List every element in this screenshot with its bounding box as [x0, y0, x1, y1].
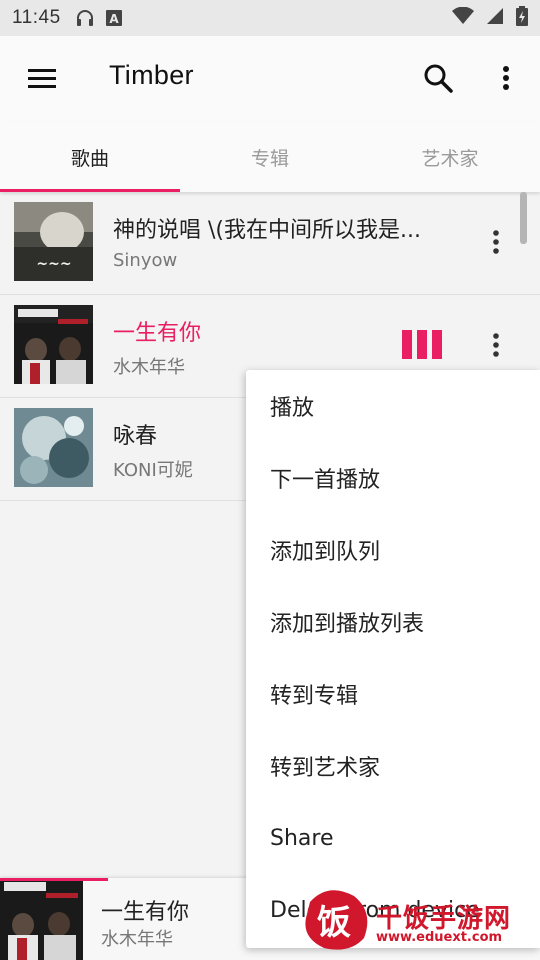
album-art: ~~~ [14, 202, 93, 281]
signal-icon [486, 7, 504, 30]
svg-text:饭: 饭 [317, 903, 351, 943]
mini-player-artist: 水木年华 [101, 929, 173, 950]
menu-item-go-to-album[interactable]: 转到专辑 [246, 658, 540, 730]
app-title: Timber [109, 60, 194, 90]
search-icon[interactable] [422, 62, 454, 94]
headphones-icon [75, 8, 95, 28]
song-artist: KONI可妮 [113, 460, 193, 481]
a-notification-icon: A [105, 9, 123, 27]
menu-item-add-to-playlist[interactable]: 添加到播放列表 [246, 586, 540, 658]
menu-item-add-to-queue[interactable]: 添加到队列 [246, 514, 540, 586]
more-vert-icon[interactable] [496, 62, 516, 94]
now-playing-equalizer-icon [402, 327, 444, 359]
tab-albums[interactable]: 专辑 [180, 122, 360, 192]
wifi-icon [452, 6, 474, 30]
svg-text:A: A [109, 12, 119, 26]
song-title: 神的说唱 \(我在中间所以我是... [113, 218, 421, 243]
status-time: 11:45 [12, 7, 61, 28]
tab-indicator [0, 189, 180, 192]
menu-icon[interactable] [26, 65, 58, 93]
more-vert-icon[interactable] [486, 329, 506, 361]
menu-item-play-next[interactable]: 下一首播放 [246, 442, 540, 514]
menu-item-play[interactable]: 播放 [246, 370, 540, 442]
album-art [14, 305, 93, 384]
tab-songs[interactable]: 歌曲 [0, 122, 180, 192]
tab-bar: 歌曲 专辑 艺术家 [0, 122, 540, 192]
tab-artists[interactable]: 艺术家 [360, 122, 540, 192]
status-bar: 11:45 A [0, 0, 540, 36]
mini-player-progress [0, 878, 108, 881]
mini-player-title: 一生有你 [101, 900, 190, 925]
list-scrollbar[interactable] [520, 192, 527, 244]
menu-item-go-to-artist[interactable]: 转到艺术家 [246, 730, 540, 802]
watermark-url: www.eduext.com [376, 930, 503, 945]
mini-player-album-art [0, 878, 83, 960]
song-context-menu: 播放 下一首播放 添加到队列 添加到播放列表 转到专辑 转到艺术家 Share … [246, 370, 540, 948]
song-artist: Sinyow [113, 250, 178, 271]
song-artist: 水木年华 [113, 357, 185, 378]
song-row[interactable]: ~~~ 神的说唱 \(我在中间所以我是... Sinyow [0, 192, 540, 295]
battery-icon [516, 5, 528, 31]
menu-item-share[interactable]: Share [246, 802, 540, 874]
app-bar: Timber [0, 36, 540, 122]
album-art [14, 408, 93, 487]
svg-text:~~~: ~~~ [36, 256, 71, 272]
more-vert-icon[interactable] [486, 226, 506, 258]
